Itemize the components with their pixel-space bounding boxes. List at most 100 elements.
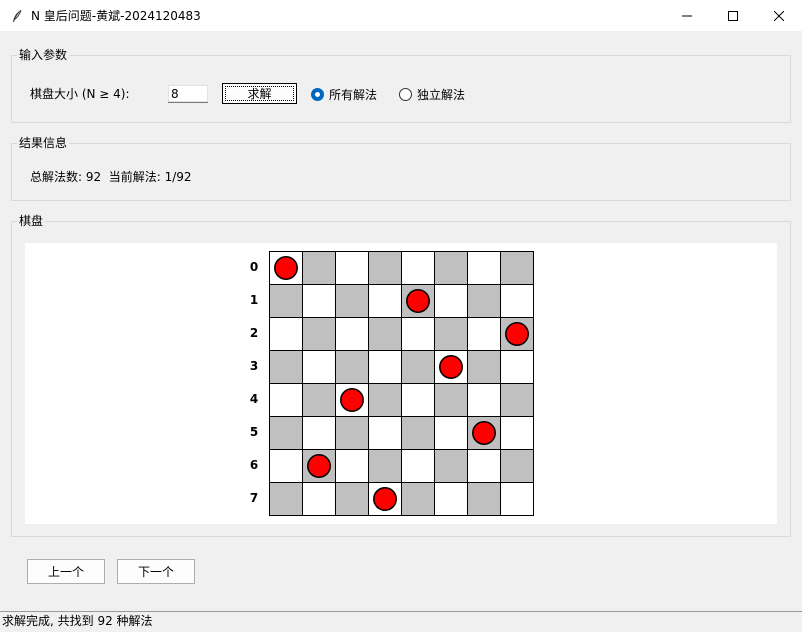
board-cell <box>302 482 336 516</box>
board-cell <box>401 251 435 285</box>
board-cell <box>368 416 402 450</box>
board-cell <box>269 317 303 351</box>
radio-all-label: 所有解法 <box>329 88 378 102</box>
queen-piece <box>373 487 397 511</box>
row-number-label: 1 <box>249 292 259 307</box>
board-cell <box>500 251 534 285</box>
row-number-label: 4 <box>249 391 259 406</box>
board-cell <box>269 383 303 417</box>
radio-all-solutions[interactable]: 所有解法 <box>311 86 377 103</box>
board-cell <box>467 383 501 417</box>
board-cell <box>368 251 402 285</box>
board-cell <box>335 251 369 285</box>
board-cell <box>335 284 369 318</box>
board-size-label: 棋盘大小 (N ≥ 4): <box>30 87 130 101</box>
title-bar[interactable]: N 皇后问题-黄斌-2024120483 <box>0 0 802 31</box>
board-cell <box>467 317 501 351</box>
radio-unique-solutions[interactable]: 独立解法 <box>399 86 465 103</box>
queen-piece <box>406 289 430 313</box>
feather-icon <box>11 9 25 23</box>
board-cell <box>302 317 336 351</box>
board-cell <box>500 416 534 450</box>
result-group-label: 结果信息 <box>17 136 70 150</box>
board-cell <box>401 482 435 516</box>
queen-piece <box>439 355 463 379</box>
result-summary: 总解法数: 92 当前解法: 1/92 <box>30 170 192 184</box>
board-cell <box>434 383 468 417</box>
chessboard[interactable] <box>269 251 534 516</box>
row-number-label: 2 <box>249 325 259 340</box>
board-cell <box>434 317 468 351</box>
board-cell <box>368 317 402 351</box>
board-cell <box>368 449 402 483</box>
solve-button[interactable]: 求解 <box>222 83 297 104</box>
board-cell <box>335 482 369 516</box>
queen-piece <box>274 256 298 280</box>
next-button-label: 下一个 <box>137 565 174 579</box>
maximize-button[interactable] <box>710 0 756 31</box>
board-cell <box>335 317 369 351</box>
minimize-button[interactable] <box>664 0 710 31</box>
board-cell <box>467 350 501 384</box>
board-group-label: 棋盘 <box>17 214 46 228</box>
chessboard-svg <box>269 251 534 516</box>
board-cell <box>434 284 468 318</box>
board-cell <box>269 350 303 384</box>
board-cell <box>500 482 534 516</box>
board-cell <box>434 449 468 483</box>
board-cell <box>401 317 435 351</box>
queen-piece <box>472 421 496 445</box>
board-cell <box>467 284 501 318</box>
board-cell <box>500 449 534 483</box>
queen-piece <box>307 454 331 478</box>
board-cell <box>302 416 336 450</box>
board-cell <box>269 449 303 483</box>
close-button[interactable] <box>756 0 802 31</box>
board-cell <box>269 416 303 450</box>
prev-button[interactable]: 上一个 <box>27 559 105 584</box>
board-cell <box>335 416 369 450</box>
solve-button-label: 求解 <box>247 87 272 101</box>
queen-piece <box>505 322 529 346</box>
board-cell <box>368 284 402 318</box>
input-group-label: 输入参数 <box>17 48 70 62</box>
board-cell <box>434 482 468 516</box>
row-number-label: 3 <box>249 358 259 373</box>
board-cell <box>302 383 336 417</box>
board-cell <box>368 383 402 417</box>
board-cell <box>467 251 501 285</box>
queen-piece <box>340 388 364 412</box>
radio-all-indicator <box>311 88 324 101</box>
board-cell <box>401 416 435 450</box>
board-cell <box>401 350 435 384</box>
board-cell <box>302 350 336 384</box>
row-number-label: 6 <box>249 457 259 472</box>
board-cell <box>500 350 534 384</box>
board-cell <box>401 383 435 417</box>
board-cell <box>302 284 336 318</box>
board-cell <box>335 449 369 483</box>
status-text: 求解完成, 共找到 92 种解法 <box>2 614 153 628</box>
row-number-label: 7 <box>249 490 259 505</box>
board-cell <box>500 383 534 417</box>
board-cell <box>467 449 501 483</box>
row-number-label: 5 <box>249 424 259 439</box>
board-cell <box>500 284 534 318</box>
next-button[interactable]: 下一个 <box>117 559 195 584</box>
board-size-input[interactable]: 8 <box>168 85 208 103</box>
row-number-label: 0 <box>249 259 259 274</box>
radio-unique-indicator <box>399 88 412 101</box>
board-cell <box>434 251 468 285</box>
radio-unique-label: 独立解法 <box>417 88 466 102</box>
board-cell <box>434 416 468 450</box>
window-title: N 皇后问题-黄斌-2024120483 <box>31 9 201 23</box>
board-cell <box>401 449 435 483</box>
prev-button-label: 上一个 <box>47 565 84 579</box>
board-cell <box>269 482 303 516</box>
board-cell <box>368 350 402 384</box>
board-cell <box>467 482 501 516</box>
board-cell <box>335 350 369 384</box>
board-cell <box>269 284 303 318</box>
board-cell <box>302 251 336 285</box>
status-bar: 求解完成, 共找到 92 种解法 <box>0 611 802 632</box>
